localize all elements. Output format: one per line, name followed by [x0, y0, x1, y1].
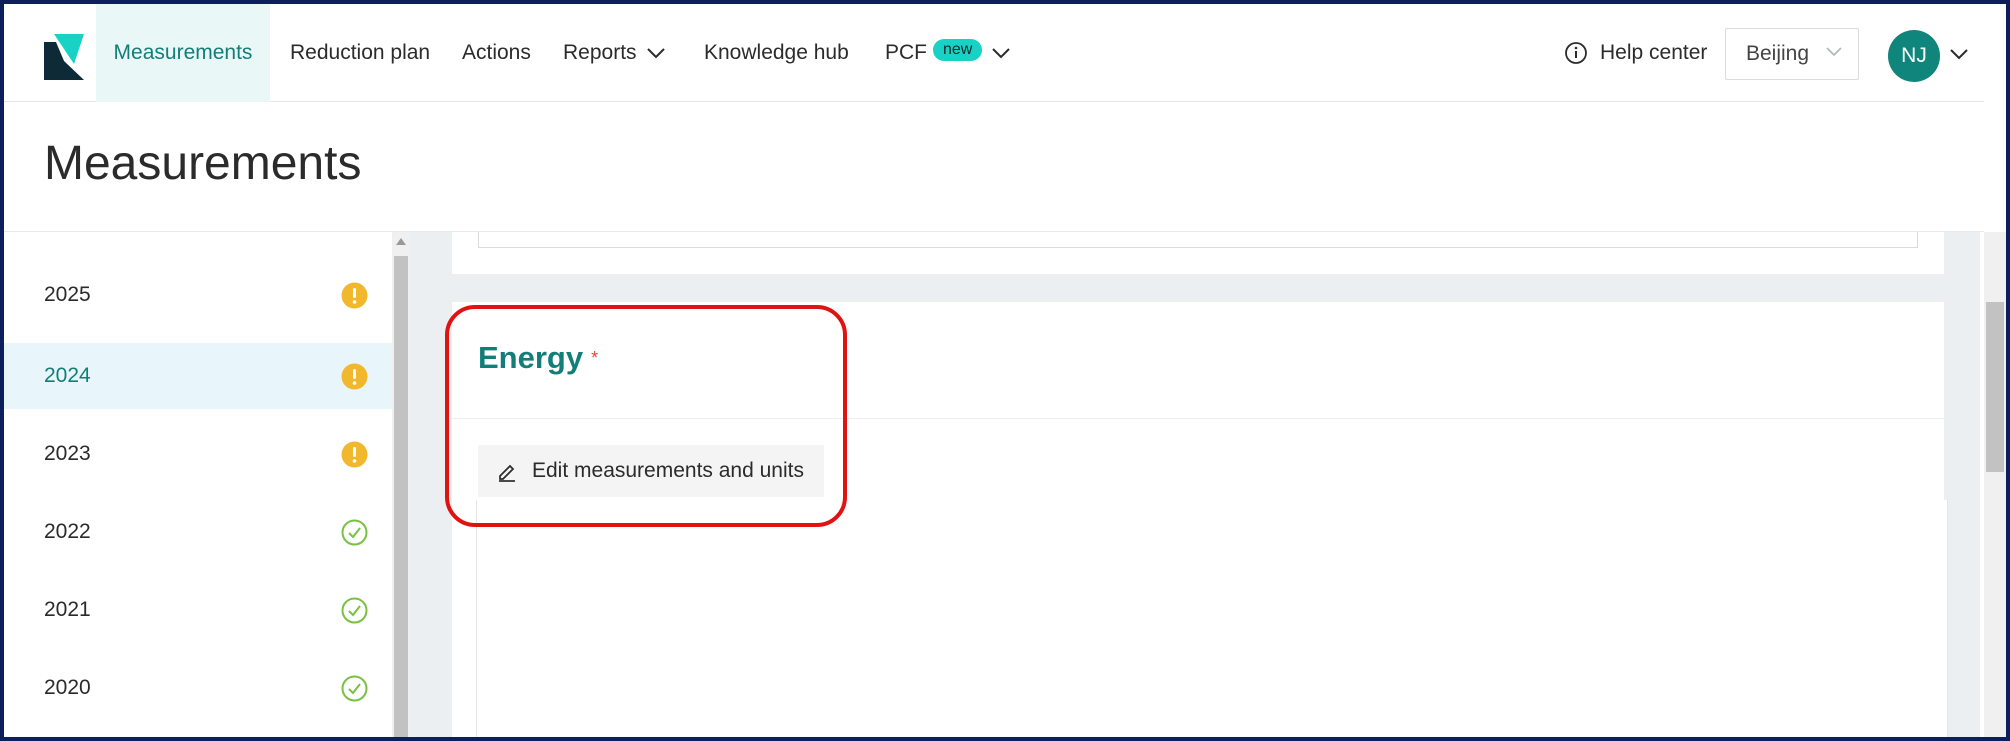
nav-actions-label: Actions	[462, 41, 531, 64]
year-item-2020[interactable]: 2020	[4, 655, 392, 721]
year-label: 2025	[44, 283, 91, 306]
year-item-2023[interactable]: 2023	[4, 421, 392, 487]
page-title: Measurements	[44, 137, 362, 190]
year-label: 2024	[44, 364, 91, 387]
company-logo[interactable]	[44, 34, 84, 80]
previous-card	[452, 232, 1944, 274]
nav-reduction-plan[interactable]: Reduction plan	[278, 4, 442, 102]
year-item-2024[interactable]: 2024	[4, 343, 392, 409]
warning-icon	[341, 282, 368, 309]
year-label: 2022	[44, 520, 91, 543]
help-center-label: Help center	[1600, 41, 1708, 64]
chevron-down-icon[interactable]	[1950, 48, 1968, 60]
check-icon	[341, 519, 368, 546]
sidebar-scrollbar-thumb[interactable]	[394, 256, 408, 737]
location-value: Beijing	[1746, 42, 1810, 65]
check-icon	[341, 675, 368, 702]
year-item-2022[interactable]: 2022	[4, 499, 392, 565]
year-sidebar: 2025 2024 2023 2022 2021 2020	[4, 232, 392, 737]
nav-knowledge-hub[interactable]: Knowledge hub	[692, 4, 861, 102]
check-icon	[341, 597, 368, 624]
page-scrollbar[interactable]	[1984, 232, 2006, 737]
year-item-2025[interactable]: 2025	[4, 262, 392, 328]
location-select[interactable]: Beijing	[1725, 28, 1859, 80]
nav-measurements[interactable]: Measurements	[96, 4, 270, 102]
year-label: 2021	[44, 598, 91, 621]
scroll-up-arrow-icon[interactable]	[396, 238, 406, 245]
previous-card-field	[478, 232, 1918, 248]
sidebar-scrollbar[interactable]	[392, 232, 410, 737]
nav-pcf[interactable]: PCF new	[873, 4, 1022, 102]
highlight-annotation	[445, 305, 847, 527]
chevron-down-icon	[646, 48, 665, 59]
year-item-2021[interactable]: 2021	[4, 577, 392, 643]
top-navigation: Measurements Reduction plan Actions Repo…	[4, 4, 1984, 102]
chevron-down-icon	[1826, 47, 1842, 57]
nav-reports-label: Reports	[563, 41, 637, 64]
user-initials: NJ	[1901, 44, 1927, 67]
page-scrollbar-thumb[interactable]	[1986, 302, 2004, 472]
new-badge: new	[933, 39, 983, 61]
nav-measurements-label: Measurements	[113, 41, 253, 64]
help-center-link[interactable]: Help center	[1564, 4, 1707, 102]
warning-icon	[341, 363, 368, 390]
user-avatar[interactable]: NJ	[1888, 30, 1940, 82]
info-icon	[1565, 42, 1587, 64]
year-label: 2023	[44, 442, 91, 465]
nav-reports[interactable]: Reports	[551, 4, 677, 102]
measurements-panel	[476, 500, 1948, 737]
year-label: 2020	[44, 676, 91, 699]
chevron-down-icon	[992, 48, 1011, 59]
nav-reduction-plan-label: Reduction plan	[290, 41, 431, 64]
warning-icon	[341, 441, 368, 468]
nav-actions[interactable]: Actions	[450, 4, 543, 102]
nav-pcf-label: PCF	[885, 41, 927, 64]
nav-knowledge-hub-label: Knowledge hub	[704, 41, 849, 64]
